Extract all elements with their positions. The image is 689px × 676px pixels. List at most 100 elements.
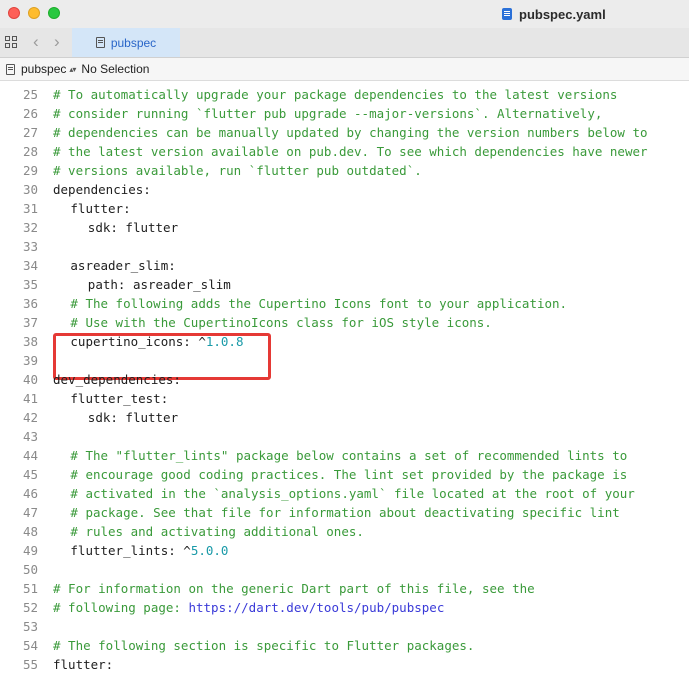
line-number: 25	[22, 87, 38, 102]
code-text: asreader_slim:	[70, 256, 175, 275]
line-number: 34	[22, 258, 38, 273]
code-line[interactable]: 36 # The following adds the Cupertino Ico…	[0, 294, 689, 313]
code-line[interactable]: 35 path: asreader_slim	[0, 275, 689, 294]
line-number: 40	[22, 372, 38, 387]
code-editor[interactable]: 25 # To automatically upgrade your packag…	[0, 84, 689, 676]
code-text: # rules and activating additional ones.	[70, 522, 364, 541]
related-items-grid-icon[interactable]	[5, 36, 17, 48]
code-line[interactable]: 52 # following page: https://dart.dev/too…	[0, 598, 689, 617]
code-line[interactable]: 29 # versions available, run `flutter pub…	[0, 161, 689, 180]
version-number: 5.0.0	[190, 543, 229, 558]
line-number: 55	[22, 657, 38, 672]
pubspec-docs-link[interactable]: https://dart.dev/tools/pub/pubspec	[188, 600, 444, 615]
code-line[interactable]: 25 # To automatically upgrade your packag…	[0, 85, 689, 104]
code-text: # package. See that file for information…	[70, 503, 619, 522]
code-text: # activated in the `analysis_options.yam…	[70, 484, 634, 503]
line-number: 39	[22, 353, 38, 368]
code-text: # The "flutter_lints" package below cont…	[70, 446, 627, 465]
line-number: 36	[22, 296, 38, 311]
document-icon	[502, 8, 512, 20]
code-line[interactable]: 53	[0, 617, 689, 636]
code-line[interactable]: 33	[0, 237, 689, 256]
code-text: flutter_lints: ^5.0.0	[70, 541, 228, 560]
yaml-text: flutter:	[53, 657, 114, 672]
line-number: 45	[22, 467, 38, 482]
yaml-text: sdk: flutter	[87, 410, 179, 425]
code-line[interactable]: 30 dependencies:	[0, 180, 689, 199]
yaml-text: flutter_lints: ^	[70, 543, 191, 558]
code-line[interactable]: 32 sdk: flutter	[0, 218, 689, 237]
jumpbar-file[interactable]: pubspec	[21, 62, 66, 76]
code-line[interactable]: 39	[0, 351, 689, 370]
code-line[interactable]: 47 # package. See that file for informati…	[0, 503, 689, 522]
minimize-window-button[interactable]	[28, 7, 40, 19]
code-line[interactable]: 28 # the latest version available on pub.…	[0, 142, 689, 161]
code-line[interactable]: 45 # encourage good coding practices. The…	[0, 465, 689, 484]
code-text: sdk: flutter	[88, 218, 178, 237]
tab-label: pubspec	[110, 35, 157, 50]
file-icon	[6, 63, 15, 75]
code-line[interactable]: 40 dev_dependencies:	[0, 370, 689, 389]
code-line[interactable]: 54 # The following section is specific to…	[0, 636, 689, 655]
code-text: cupertino_icons: ^1.0.8	[70, 332, 243, 351]
line-number: 32	[22, 220, 38, 235]
code-line[interactable]: 49 flutter_lints: ^5.0.0	[0, 541, 689, 560]
comment-text: # package. See that file for information…	[70, 505, 620, 520]
yaml-text: dependencies:	[53, 182, 151, 197]
tab-pubspec[interactable]: pubspec	[72, 28, 180, 57]
line-number: 43	[22, 429, 38, 444]
yaml-text: path: asreader_slim	[87, 277, 231, 292]
code-line[interactable]: 31 flutter:	[0, 199, 689, 218]
code-text: # To automatically upgrade your package …	[53, 85, 617, 104]
code-line[interactable]: 50	[0, 560, 689, 579]
comment-text: # versions available, run `flutter pub o…	[53, 163, 422, 178]
yaml-text: dev_dependencies:	[53, 372, 181, 387]
comment-text: # activated in the `analysis_options.yam…	[70, 486, 635, 501]
tab-bar: ‹ › pubspec	[0, 28, 689, 58]
code-text: sdk: flutter	[88, 408, 178, 427]
title-bar: pubspec.yaml	[0, 0, 689, 28]
code-text: # For information on the generic Dart pa…	[53, 579, 535, 598]
code-text: # encourage good coding practices. The l…	[70, 465, 627, 484]
code-text: # Use with the CupertinoIcons class for …	[70, 313, 491, 332]
code-text: # consider running `flutter pub upgrade …	[53, 104, 602, 123]
line-number: 53	[22, 619, 38, 634]
code-line[interactable]: 42 sdk: flutter	[0, 408, 689, 427]
comment-text: # The "flutter_lints" package below cont…	[70, 448, 628, 463]
comment-text: # consider running `flutter pub upgrade …	[53, 106, 603, 121]
line-number: 42	[22, 410, 38, 425]
comment-text: # following page:	[53, 600, 189, 615]
back-arrow-icon[interactable]: ‹	[33, 33, 39, 50]
code-line[interactable]: 51 # For information on the generic Dart …	[0, 579, 689, 598]
comment-text: # The following adds the Cupertino Icons…	[70, 296, 568, 311]
code-line[interactable]: 34 asreader_slim:	[0, 256, 689, 275]
code-line[interactable]: 27 # dependencies can be manually updated…	[0, 123, 689, 142]
close-window-button[interactable]	[8, 7, 20, 19]
code-text: flutter_test:	[70, 389, 168, 408]
forward-arrow-icon[interactable]: ›	[54, 33, 60, 50]
code-line[interactable]: 55 flutter:	[0, 655, 689, 674]
line-number: 51	[22, 581, 38, 596]
line-number: 26	[22, 106, 38, 121]
code-line[interactable]: 44 # The "flutter_lints" package below co…	[0, 446, 689, 465]
code-line[interactable]: 38 cupertino_icons: ^1.0.8	[0, 332, 689, 351]
window-title: pubspec.yaml	[502, 5, 606, 23]
jump-bar: pubspec ▴▾ No Selection	[0, 58, 689, 81]
code-line[interactable]: 46 # activated in the `analysis_options.y…	[0, 484, 689, 503]
line-number: 44	[22, 448, 38, 463]
chevron-updown-icon[interactable]: ▴▾	[69, 65, 76, 74]
code-line[interactable]: 37 # Use with the CupertinoIcons class fo…	[0, 313, 689, 332]
zoom-window-button[interactable]	[48, 7, 60, 19]
line-number: 52	[22, 600, 38, 615]
code-line[interactable]: 26 # consider running `flutter pub upgrad…	[0, 104, 689, 123]
line-number: 28	[22, 144, 38, 159]
yaml-text: flutter:	[70, 201, 131, 216]
code-text: dependencies:	[53, 180, 151, 199]
code-line[interactable]: 43	[0, 427, 689, 446]
comment-text: # To automatically upgrade your package …	[53, 87, 618, 102]
code-line[interactable]: 41 flutter_test:	[0, 389, 689, 408]
code-line[interactable]: 48 # rules and activating additional ones…	[0, 522, 689, 541]
code-text: flutter:	[53, 655, 113, 674]
jumpbar-selection[interactable]: No Selection	[81, 62, 149, 76]
line-number: 41	[22, 391, 38, 406]
